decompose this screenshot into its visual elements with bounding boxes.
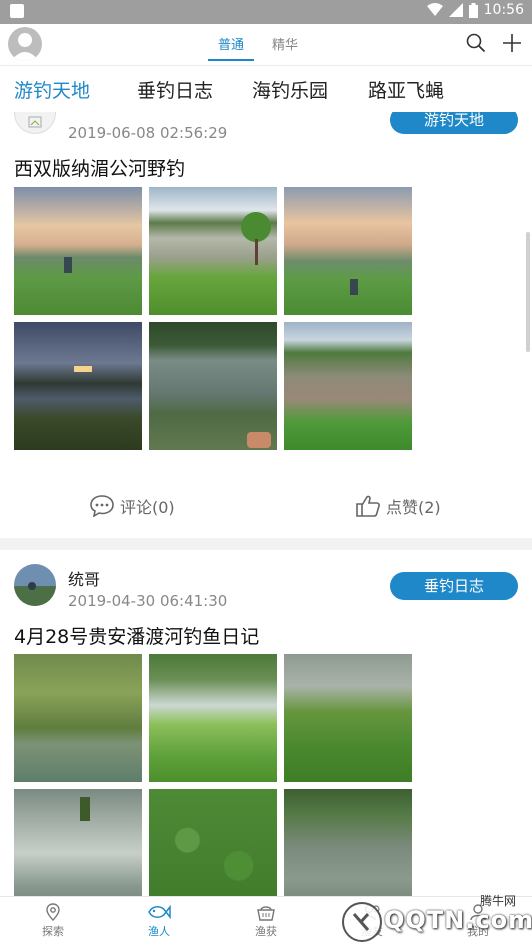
basket-icon [257, 906, 275, 921]
author-photo-icon [14, 564, 56, 606]
status-bar: 10:56 [0, 0, 532, 24]
post-photo[interactable] [284, 654, 412, 782]
post-photo[interactable] [14, 322, 142, 450]
post-time: 2019-06-08 02:56:29 [68, 124, 228, 142]
post-photo[interactable] [149, 187, 277, 315]
wifi-icon [426, 3, 443, 16]
post-photo[interactable] [284, 322, 412, 450]
post-photo[interactable] [284, 789, 412, 896]
category-tab-travel[interactable]: 游钓天地 [14, 76, 90, 103]
post-card[interactable]: 游钓天地 2019-06-08 02:56:29 西双版纳湄公河野钓 评论(0)… [0, 112, 532, 538]
post-photo[interactable] [149, 789, 277, 896]
site-watermark: QQTN.com 腾牛网 [322, 892, 532, 944]
post-title[interactable]: 4月28号贵安潘渡河钓鱼日记 [14, 622, 259, 649]
scrollbar[interactable] [526, 232, 530, 352]
comment-button[interactable]: 评论(0) [90, 494, 175, 518]
post-tag-badge[interactable]: 游钓天地 [390, 112, 518, 134]
tab-featured[interactable]: 精华 [272, 32, 298, 61]
like-count: 点赞(2) [386, 498, 441, 517]
nav-catch[interactable]: 渔获 [226, 903, 306, 939]
post-photo[interactable] [149, 654, 277, 782]
nav-label: 渔人 [148, 925, 170, 938]
nav-label: 渔获 [255, 925, 277, 938]
notification-icon [10, 4, 24, 18]
fish-icon [148, 904, 171, 920]
category-bar: 游钓天地 垂钓日志 海钓乐园 路亚飞蝇 [0, 66, 532, 112]
like-button[interactable]: 点赞(2) [356, 494, 441, 518]
post-photo-grid [14, 654, 412, 896]
signal-icon [448, 3, 463, 17]
comment-icon [90, 495, 114, 517]
battery-icon [468, 2, 478, 18]
status-time: 10:56 [483, 2, 524, 18]
category-tab-fishing-log[interactable]: 垂钓日志 [137, 76, 213, 103]
category-tab-sea-fishing[interactable]: 海钓乐园 [252, 76, 328, 103]
category-tab-lure-fly[interactable]: 路亚飞蝇 [368, 76, 444, 103]
post-photo[interactable] [284, 187, 412, 315]
watermark-text: QQTN.com [384, 906, 532, 934]
feed-mode-tabs: 普通 精华 [208, 32, 298, 61]
post-card[interactable]: 统哥 垂钓日志 2019-04-30 06:41:30 4月28号贵安潘渡河钓鱼… [0, 550, 532, 896]
default-avatar-icon [11, 33, 39, 61]
post-photo[interactable] [14, 654, 142, 782]
search-icon[interactable] [466, 33, 486, 53]
location-icon [46, 903, 60, 921]
user-avatar[interactable] [8, 27, 42, 61]
post-avatar[interactable] [14, 564, 56, 606]
nav-fishers[interactable]: 渔人 [119, 903, 199, 939]
post-photo[interactable] [14, 187, 142, 315]
post-author[interactable]: 统哥 [68, 566, 100, 590]
thumbs-up-icon [356, 495, 380, 517]
post-feed[interactable]: 游钓天地 2019-06-08 02:56:29 西双版纳湄公河野钓 评论(0)… [0, 112, 532, 896]
broken-image-icon [28, 116, 42, 128]
watermark-subtext: 腾牛网 [479, 894, 516, 908]
add-icon[interactable] [502, 33, 522, 53]
post-time: 2019-04-30 06:41:30 [68, 592, 228, 610]
tab-normal[interactable]: 普通 [208, 32, 255, 61]
nav-explore[interactable]: 探索 [13, 903, 93, 939]
post-photo[interactable] [149, 322, 277, 450]
post-photo-grid [14, 187, 412, 450]
comment-count: 评论(0) [120, 498, 175, 517]
post-avatar[interactable] [14, 112, 56, 134]
post-title[interactable]: 西双版纳湄公河野钓 [14, 154, 185, 181]
top-bar: 普通 精华 [0, 24, 532, 66]
nav-label: 探索 [42, 925, 64, 938]
post-tag-badge[interactable]: 垂钓日志 [390, 572, 518, 600]
post-divider [0, 538, 532, 550]
post-actions: 评论(0) 点赞(2) [0, 484, 532, 528]
post-photo[interactable] [14, 789, 142, 896]
